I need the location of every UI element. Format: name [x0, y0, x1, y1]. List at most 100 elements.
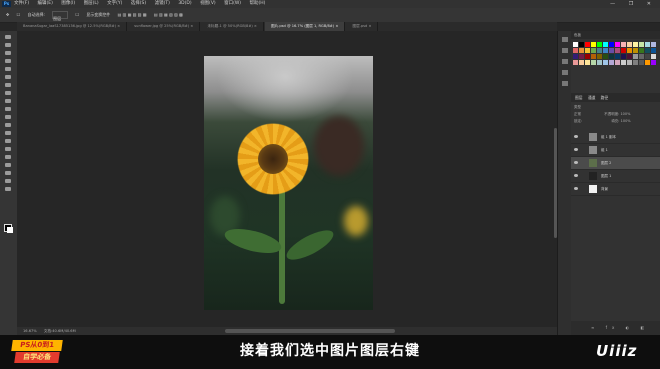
eye-icon[interactable] — [574, 161, 578, 164]
auto-select-checkbox[interactable]: ☐ — [17, 12, 21, 17]
opacity-value[interactable]: 100% — [620, 112, 630, 116]
target-select[interactable]: 图层 — [52, 11, 69, 21]
zoom-readout[interactable]: 16.67% — [23, 329, 37, 333]
color-swatch[interactable] — [633, 60, 638, 65]
menu-view[interactable]: 视图(V) — [200, 1, 216, 6]
color-swatch[interactable] — [597, 42, 602, 47]
color-swatch[interactable] — [633, 48, 638, 53]
dodge-tool-icon[interactable] — [5, 139, 11, 143]
stamp-tool-icon[interactable] — [5, 99, 11, 103]
align-icons[interactable]: ▤ ▥ ▦ ▧ ▨ ▩ — [118, 12, 147, 17]
move-tool-icon[interactable]: ✥ — [6, 12, 9, 17]
gradient-tool-icon[interactable] — [5, 123, 11, 127]
layer-row[interactable]: 组 1 — [571, 144, 660, 157]
color-swatch[interactable] — [639, 54, 644, 59]
show-transform-checkbox[interactable]: ☐ — [75, 12, 79, 17]
tab-doc-3[interactable]: 未标题-1 @ 50%(RGB/8#) × — [201, 22, 264, 31]
color-swatch[interactable] — [585, 42, 590, 47]
color-swatch[interactable] — [615, 42, 620, 47]
tab-doc-5[interactable]: 图层.psd × — [347, 22, 379, 31]
color-swatch[interactable] — [573, 54, 578, 59]
path-select-tool-icon[interactable] — [5, 163, 11, 167]
menu-3d[interactable]: 3D(D) — [178, 1, 191, 6]
lasso-tool-icon[interactable] — [5, 51, 11, 55]
text-tool-icon[interactable] — [5, 155, 11, 159]
tab-layers[interactable]: 图层 — [575, 95, 583, 100]
color-swatch[interactable] — [615, 48, 620, 53]
color-swatch[interactable] — [597, 60, 602, 65]
layer-row[interactable]: 图层 2 — [571, 157, 660, 170]
color-swatch[interactable] — [591, 42, 596, 47]
color-swatch[interactable] — [645, 42, 650, 47]
color-swatch[interactable] — [615, 54, 620, 59]
color-swatch[interactable] — [621, 60, 626, 65]
color-swatch[interactable] — [579, 42, 584, 47]
color-swatch[interactable] — [627, 42, 632, 47]
color-swatch[interactable] — [633, 42, 638, 47]
color-swatch[interactable] — [603, 54, 608, 59]
color-swatch[interactable] — [627, 60, 632, 65]
history-icon[interactable] — [562, 37, 568, 42]
color-swatch[interactable] — [609, 54, 614, 59]
quick-select-tool-icon[interactable] — [5, 59, 11, 63]
move-tool-icon[interactable] — [5, 35, 11, 39]
shape-tool-icon[interactable] — [5, 171, 11, 175]
menu-window[interactable]: 窗口(W) — [224, 1, 241, 6]
paragraph-icon[interactable] — [562, 81, 568, 86]
properties-icon[interactable] — [562, 48, 568, 53]
eyedropper-tool-icon[interactable] — [5, 75, 11, 79]
layer-row[interactable]: 组 1 副本 — [571, 131, 660, 144]
color-swatch[interactable] — [645, 60, 650, 65]
color-swatch[interactable] — [627, 54, 632, 59]
color-swatch[interactable] — [591, 54, 596, 59]
color-swatch[interactable] — [573, 60, 578, 65]
fill-value[interactable]: 100% — [621, 119, 631, 123]
tab-paths[interactable]: 路径 — [601, 95, 609, 100]
tab-doc-2[interactable]: sunflower.jpg @ 25%(RGB/8#) × — [128, 22, 201, 31]
blur-tool-icon[interactable] — [5, 131, 11, 135]
color-swatch[interactable] — [597, 54, 602, 59]
color-swatch[interactable] — [603, 42, 608, 47]
color-swatch[interactable] — [585, 54, 590, 59]
menu-type[interactable]: 文字(Y) — [107, 1, 122, 6]
blend-mode-select[interactable]: 正常 — [574, 112, 581, 116]
color-swatch[interactable] — [609, 42, 614, 47]
color-swatch[interactable] — [639, 42, 644, 47]
color-swatch[interactable] — [633, 54, 638, 59]
filter-kind-select[interactable]: 类型 — [574, 105, 581, 109]
adjustments-icon[interactable] — [562, 59, 568, 64]
layers-footer-icons[interactable]: ∞ fx ◐ ◧ ▭ ▦ 🗑 — [571, 321, 660, 344]
menu-select[interactable]: 选择(S) — [131, 1, 146, 6]
menu-edit[interactable]: 编辑(E) — [38, 1, 53, 6]
menu-file[interactable]: 文件(F) — [14, 1, 29, 6]
horizontal-scrollbar[interactable] — [225, 329, 395, 333]
menu-image[interactable]: 图像(I) — [61, 1, 75, 6]
menu-help[interactable]: 帮助(H) — [250, 1, 266, 6]
crop-tool-icon[interactable] — [5, 67, 11, 71]
color-swatch[interactable] — [651, 48, 656, 53]
eye-icon[interactable] — [574, 187, 578, 190]
eye-icon[interactable] — [574, 135, 578, 138]
sunflower-image[interactable] — [204, 56, 373, 310]
color-swatch[interactable] — [645, 54, 650, 59]
marquee-tool-icon[interactable] — [5, 43, 11, 47]
color-swatch[interactable] — [615, 60, 620, 65]
color-swatch[interactable] — [645, 48, 650, 53]
color-swatch[interactable] — [579, 54, 584, 59]
color-swatch[interactable] — [627, 48, 632, 53]
color-swatch[interactable] — [597, 48, 602, 53]
color-swatch[interactable] — [609, 48, 614, 53]
color-swatch[interactable] — [585, 60, 590, 65]
color-swatch[interactable] — [651, 54, 656, 59]
color-swatch[interactable] — [603, 60, 608, 65]
character-icon[interactable] — [562, 70, 568, 75]
color-swatch[interactable] — [639, 48, 644, 53]
layer-row[interactable]: 背景 — [571, 183, 660, 196]
color-swatch[interactable] — [591, 48, 596, 53]
eraser-tool-icon[interactable] — [5, 115, 11, 119]
color-swatch[interactable] — [621, 42, 626, 47]
brush-tool-icon[interactable] — [5, 91, 11, 95]
background-color-swatch[interactable] — [7, 227, 13, 233]
color-swatch[interactable] — [651, 42, 656, 47]
color-swatch[interactable] — [603, 48, 608, 53]
